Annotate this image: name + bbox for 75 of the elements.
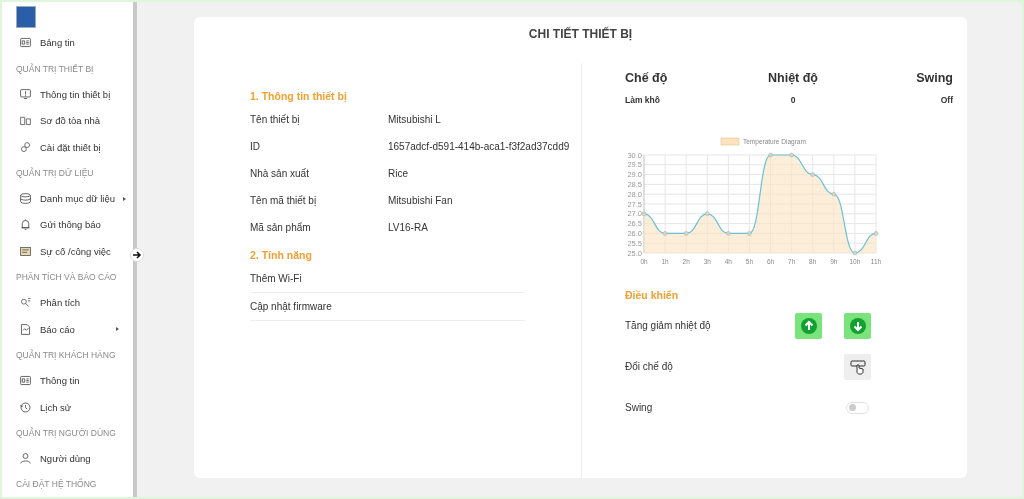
analytics-icon <box>19 296 32 310</box>
status-value: 0 <box>789 95 797 105</box>
sidebar-section-header: CÀI ĐẶT HỆ THỐNG <box>15 477 98 492</box>
sidebar-item[interactable]: Phân tích <box>40 297 127 309</box>
dashboard-icon <box>19 36 32 50</box>
task-card-icon <box>19 244 32 258</box>
sidebar-section-header: PHÂN TÍCH VÀ BÁO CÁO <box>15 271 118 285</box>
sidebar-item[interactable]: Sự cố /công việc <box>40 245 127 257</box>
data-point <box>747 231 752 236</box>
collapse-sidebar-button[interactable] <box>130 248 144 262</box>
sidebar-item[interactable]: Sơ đồ tòa nhà <box>40 115 127 127</box>
data-point <box>873 231 879 236</box>
data-point <box>705 211 710 217</box>
history-icon <box>19 400 32 414</box>
report-icon <box>19 322 32 336</box>
hand-pointer-icon <box>849 358 866 375</box>
mode-button[interactable] <box>844 353 871 380</box>
increase-button[interactable] <box>795 312 822 339</box>
sidebar-item[interactable]: Người dùng <box>40 453 127 465</box>
feature-item[interactable]: Cập nhật firmware <box>250 301 332 312</box>
alert-monitor-icon <box>19 88 32 101</box>
arrow-right-icon <box>132 250 142 260</box>
sidebar-item[interactable]: Danh mục dữ liệu <box>40 193 115 205</box>
sidebar-item[interactable]: Cài đặt thiết bị <box>40 141 127 153</box>
swing-toggle[interactable] <box>846 401 869 414</box>
legend-swatch <box>720 137 740 146</box>
sidebar-section-header: QUẢN TRỊ THIẾT BỊ <box>15 62 95 76</box>
sidebar-item[interactable]: Thông tin <box>40 375 127 387</box>
status-value: Off <box>939 95 953 105</box>
field-label: ID <box>250 141 261 152</box>
field-value: Rice <box>388 168 408 179</box>
field-value: 1657adcf-d591-414b-aca1-f3f2ad37cdd9 <box>388 141 570 152</box>
info-card-icon <box>19 374 32 388</box>
status-heading: Swing <box>915 71 953 85</box>
decrease-button[interactable] <box>844 312 871 339</box>
control-label: Đổi chế độ <box>625 361 674 372</box>
sidebar-item[interactable]: Bảng tin <box>40 37 127 49</box>
control-label: Swing <box>625 402 654 413</box>
data-point <box>662 231 668 236</box>
sidebar-section-header: QUẢN TRỊ DỮ LIỆU <box>15 166 95 180</box>
field-value: Mitsubishi Fan <box>388 195 453 206</box>
field-label: Tên thiết bị <box>250 114 301 125</box>
field-label: Mã sản phẩm <box>250 222 312 233</box>
section-heading: Điều khiển <box>625 288 679 303</box>
arrow-down-icon <box>849 317 866 334</box>
data-point <box>831 191 837 197</box>
feature-item[interactable]: Thêm Wi-Fi <box>250 273 302 284</box>
data-point <box>789 152 794 158</box>
field-value: LV16-RA <box>388 222 428 233</box>
section-heading: 2. Tính năng <box>250 248 312 263</box>
data-point <box>810 172 815 177</box>
page-title: CHI TIẾT THIẾT BỊ <box>528 25 633 41</box>
sidebar-item[interactable]: Thông tin thiết bị <box>40 89 127 100</box>
sidebar-section-header: QUẢN TRỊ KHÁCH HÀNG <box>15 348 117 362</box>
sidebar-item[interactable]: Báo cáo <box>40 323 108 335</box>
section-heading: 1. Thông tin thiết bị <box>250 89 347 105</box>
field-label: Nhà sản xuất <box>250 168 310 179</box>
status-value: Làm khô <box>625 95 661 105</box>
data-point <box>852 250 858 256</box>
database-icon <box>19 192 32 206</box>
field-label: Tên mã thiết bị <box>250 195 318 206</box>
data-point <box>726 231 731 236</box>
sidebar-section-header: QUẢN TRỊ NGƯỜI DÙNG <box>15 426 117 440</box>
user-icon <box>19 452 32 466</box>
app-logo[interactable] <box>16 6 36 28</box>
field-value: Mitsubishi L <box>388 114 441 125</box>
status-heading: Nhiệt độ <box>767 71 819 85</box>
data-point <box>768 152 773 158</box>
sidebar-item[interactable]: Gửi thông báo <box>40 219 127 231</box>
status-heading: Chế độ <box>625 71 669 85</box>
sidebar-item[interactable]: Lịch sử <box>40 401 127 413</box>
data-point <box>683 231 689 236</box>
control-label: Tăng giảm nhiệt độ <box>625 320 712 331</box>
bell-icon <box>19 218 32 232</box>
arrow-up-icon <box>800 317 817 334</box>
